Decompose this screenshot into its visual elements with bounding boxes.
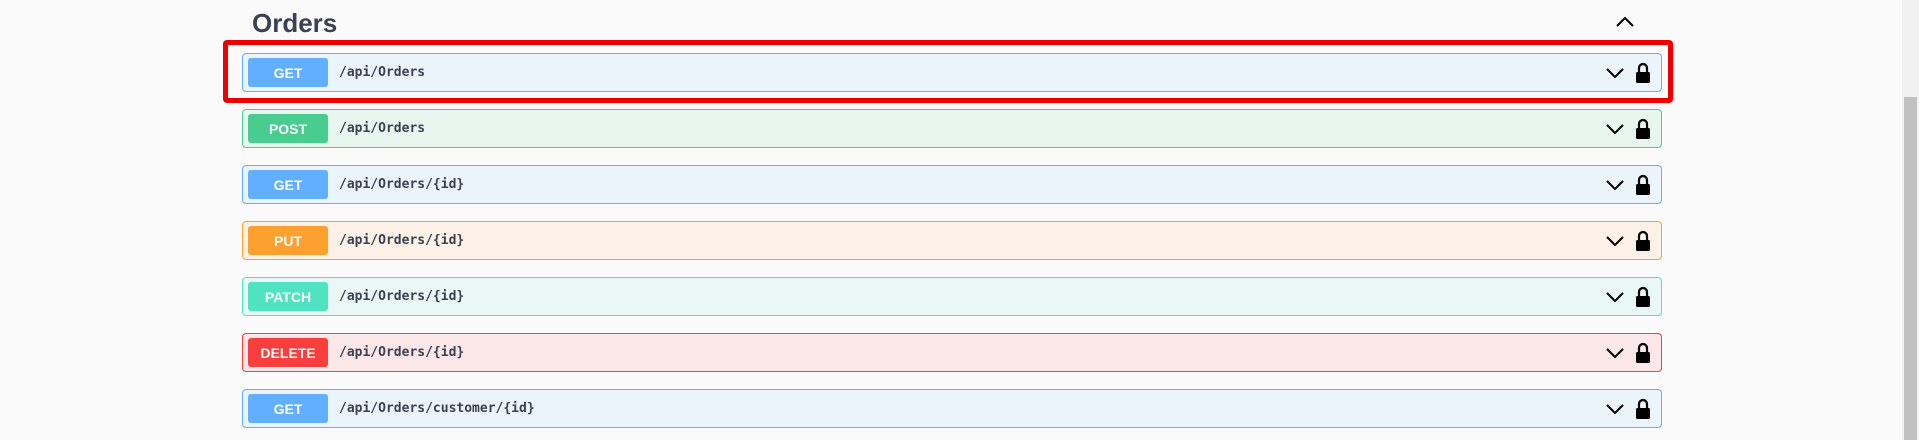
operation-get-orders-by-customer[interactable]: GET /api/Orders/customer/{id} bbox=[242, 389, 1662, 428]
chevron-up-icon bbox=[1616, 16, 1634, 27]
method-badge: POST bbox=[248, 114, 328, 143]
chevron-down-icon[interactable] bbox=[1605, 120, 1625, 138]
scrollbar-thumb[interactable] bbox=[1904, 97, 1917, 440]
lock-icon[interactable] bbox=[1635, 118, 1651, 140]
lock-icon[interactable] bbox=[1635, 286, 1651, 308]
operation-put-order[interactable]: PUT /api/Orders/{id} bbox=[242, 221, 1662, 260]
operation-path: /api/Orders bbox=[339, 65, 426, 80]
operation-path: /api/Orders/{id} bbox=[339, 345, 465, 360]
method-badge: GET bbox=[248, 58, 328, 87]
operation-path: /api/Orders/customer/{id} bbox=[339, 401, 535, 416]
section-title: Orders bbox=[252, 8, 338, 38]
method-badge: DELETE bbox=[248, 338, 328, 367]
method-badge: GET bbox=[248, 170, 328, 199]
operation-get-orders[interactable]: GET /api/Orders bbox=[242, 53, 1662, 92]
method-badge: GET bbox=[248, 394, 328, 423]
chevron-down-icon[interactable] bbox=[1605, 176, 1625, 194]
operation-path: /api/Orders/{id} bbox=[339, 233, 465, 248]
operation-patch-order[interactable]: PATCH /api/Orders/{id} bbox=[242, 277, 1662, 316]
lock-icon[interactable] bbox=[1635, 398, 1651, 420]
operation-get-order-by-id[interactable]: GET /api/Orders/{id} bbox=[242, 165, 1662, 204]
chevron-down-icon[interactable] bbox=[1605, 344, 1625, 362]
section-collapse-button[interactable] bbox=[1613, 12, 1637, 32]
operation-post-orders[interactable]: POST /api/Orders bbox=[242, 109, 1662, 148]
lock-icon[interactable] bbox=[1635, 62, 1651, 84]
chevron-down-icon[interactable] bbox=[1605, 400, 1625, 418]
vertical-scrollbar[interactable] bbox=[1902, 0, 1919, 440]
operations-list: GET /api/Orders POST /api/Orders GET /ap… bbox=[242, 53, 1662, 440]
lock-icon[interactable] bbox=[1635, 230, 1651, 252]
method-badge: PUT bbox=[248, 226, 328, 255]
swagger-page: Orders GET /api/Orders POST /api/Orders … bbox=[0, 0, 1919, 440]
lock-icon[interactable] bbox=[1635, 174, 1651, 196]
operation-path: /api/Orders/{id} bbox=[339, 177, 465, 192]
operation-delete-order[interactable]: DELETE /api/Orders/{id} bbox=[242, 333, 1662, 372]
method-badge: PATCH bbox=[248, 282, 328, 311]
lock-icon[interactable] bbox=[1635, 342, 1651, 364]
chevron-down-icon[interactable] bbox=[1605, 288, 1625, 306]
operation-path: /api/Orders/{id} bbox=[339, 289, 465, 304]
chevron-down-icon[interactable] bbox=[1605, 64, 1625, 82]
operation-path: /api/Orders bbox=[339, 121, 426, 136]
chevron-down-icon[interactable] bbox=[1605, 232, 1625, 250]
